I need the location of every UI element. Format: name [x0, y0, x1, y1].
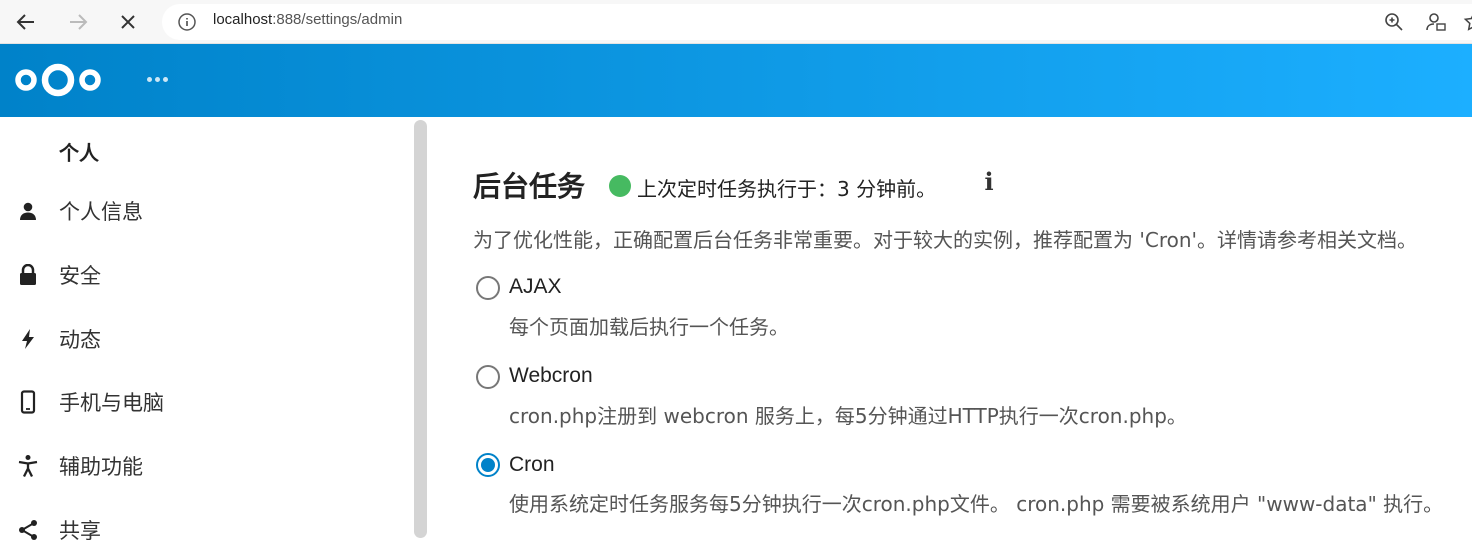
browser-toolbar: localhost:888/settings/admin	[0, 0, 1472, 44]
url-text[interactable]: localhost:888/settings/admin	[213, 11, 402, 28]
sidebar-scrollbar[interactable]	[414, 120, 427, 538]
radio-ajax[interactable]	[476, 276, 500, 300]
info-icon[interactable]: i	[979, 167, 999, 196]
option-hint-cron: 使用系统定时任务服务每5分钟执行一次cron.php文件。 cron.php 需…	[509, 492, 1444, 516]
sidebar-item-accessibility[interactable]: 辅助功能	[0, 436, 410, 496]
page-title: 后台任务	[473, 170, 586, 203]
sidebar-item-label: 手机与电脑	[59, 391, 164, 415]
background-jobs-section: 后台任务 上次定时任务执行于：3 分钟前。 i 为了优化性能，正确配置后台任务非…	[430, 117, 1472, 542]
sidebar-item-label: 安全	[59, 264, 101, 288]
sidebar-item-label: 个人信息	[59, 200, 143, 224]
share-icon	[16, 518, 40, 542]
option-label-ajax[interactable]: AJAX	[509, 275, 562, 299]
sidebar-item-personal-info[interactable]: 个人信息	[0, 181, 410, 241]
radio-webcron[interactable]	[476, 365, 500, 389]
radio-cron[interactable]	[476, 453, 500, 477]
favorite-icon[interactable]	[1462, 10, 1472, 34]
phone-icon	[16, 390, 40, 414]
sidebar-section-title: 个人	[59, 141, 99, 165]
sidebar-item-devices[interactable]: 手机与电脑	[0, 372, 410, 432]
sidebar-item-label: 共享	[59, 519, 101, 543]
option-label-webcron[interactable]: Webcron	[509, 364, 593, 388]
sidebar-item-security[interactable]: 安全	[0, 245, 410, 305]
user-icon	[16, 199, 40, 223]
app-header	[0, 44, 1472, 117]
sidebar-item-sharing[interactable]: 共享	[0, 500, 410, 560]
lock-icon	[16, 263, 40, 287]
option-hint-webcron: cron.php注册到 webcron 服务上，每5分钟通过HTTP执行一次cr…	[509, 404, 1187, 428]
zoom-icon[interactable]	[1382, 10, 1406, 34]
accessibility-icon	[16, 454, 40, 478]
forward-icon[interactable]	[62, 6, 94, 38]
sidebar-item-activity[interactable]: 动态	[0, 309, 410, 369]
section-description: 为了优化性能，正确配置后台任务非常重要。对于较大的实例，推荐配置为 'Cron'…	[473, 228, 1418, 252]
stop-icon[interactable]	[112, 6, 144, 38]
option-label-cron[interactable]: Cron	[509, 453, 555, 477]
account-icon[interactable]	[1424, 10, 1448, 34]
lightning-icon	[16, 327, 40, 351]
nextcloud-logo[interactable]	[14, 60, 102, 100]
sidebar-item-label: 辅助功能	[59, 455, 143, 479]
info-circle-icon[interactable]	[176, 11, 198, 33]
option-hint-ajax: 每个页面加载后执行一个任务。	[509, 315, 789, 339]
status-indicator	[609, 175, 631, 197]
cron-status-text: 上次定时任务执行于：3 分钟前。	[637, 177, 937, 201]
more-apps-icon[interactable]	[147, 77, 168, 82]
back-icon[interactable]	[10, 6, 42, 38]
sidebar-item-label: 动态	[59, 328, 101, 352]
